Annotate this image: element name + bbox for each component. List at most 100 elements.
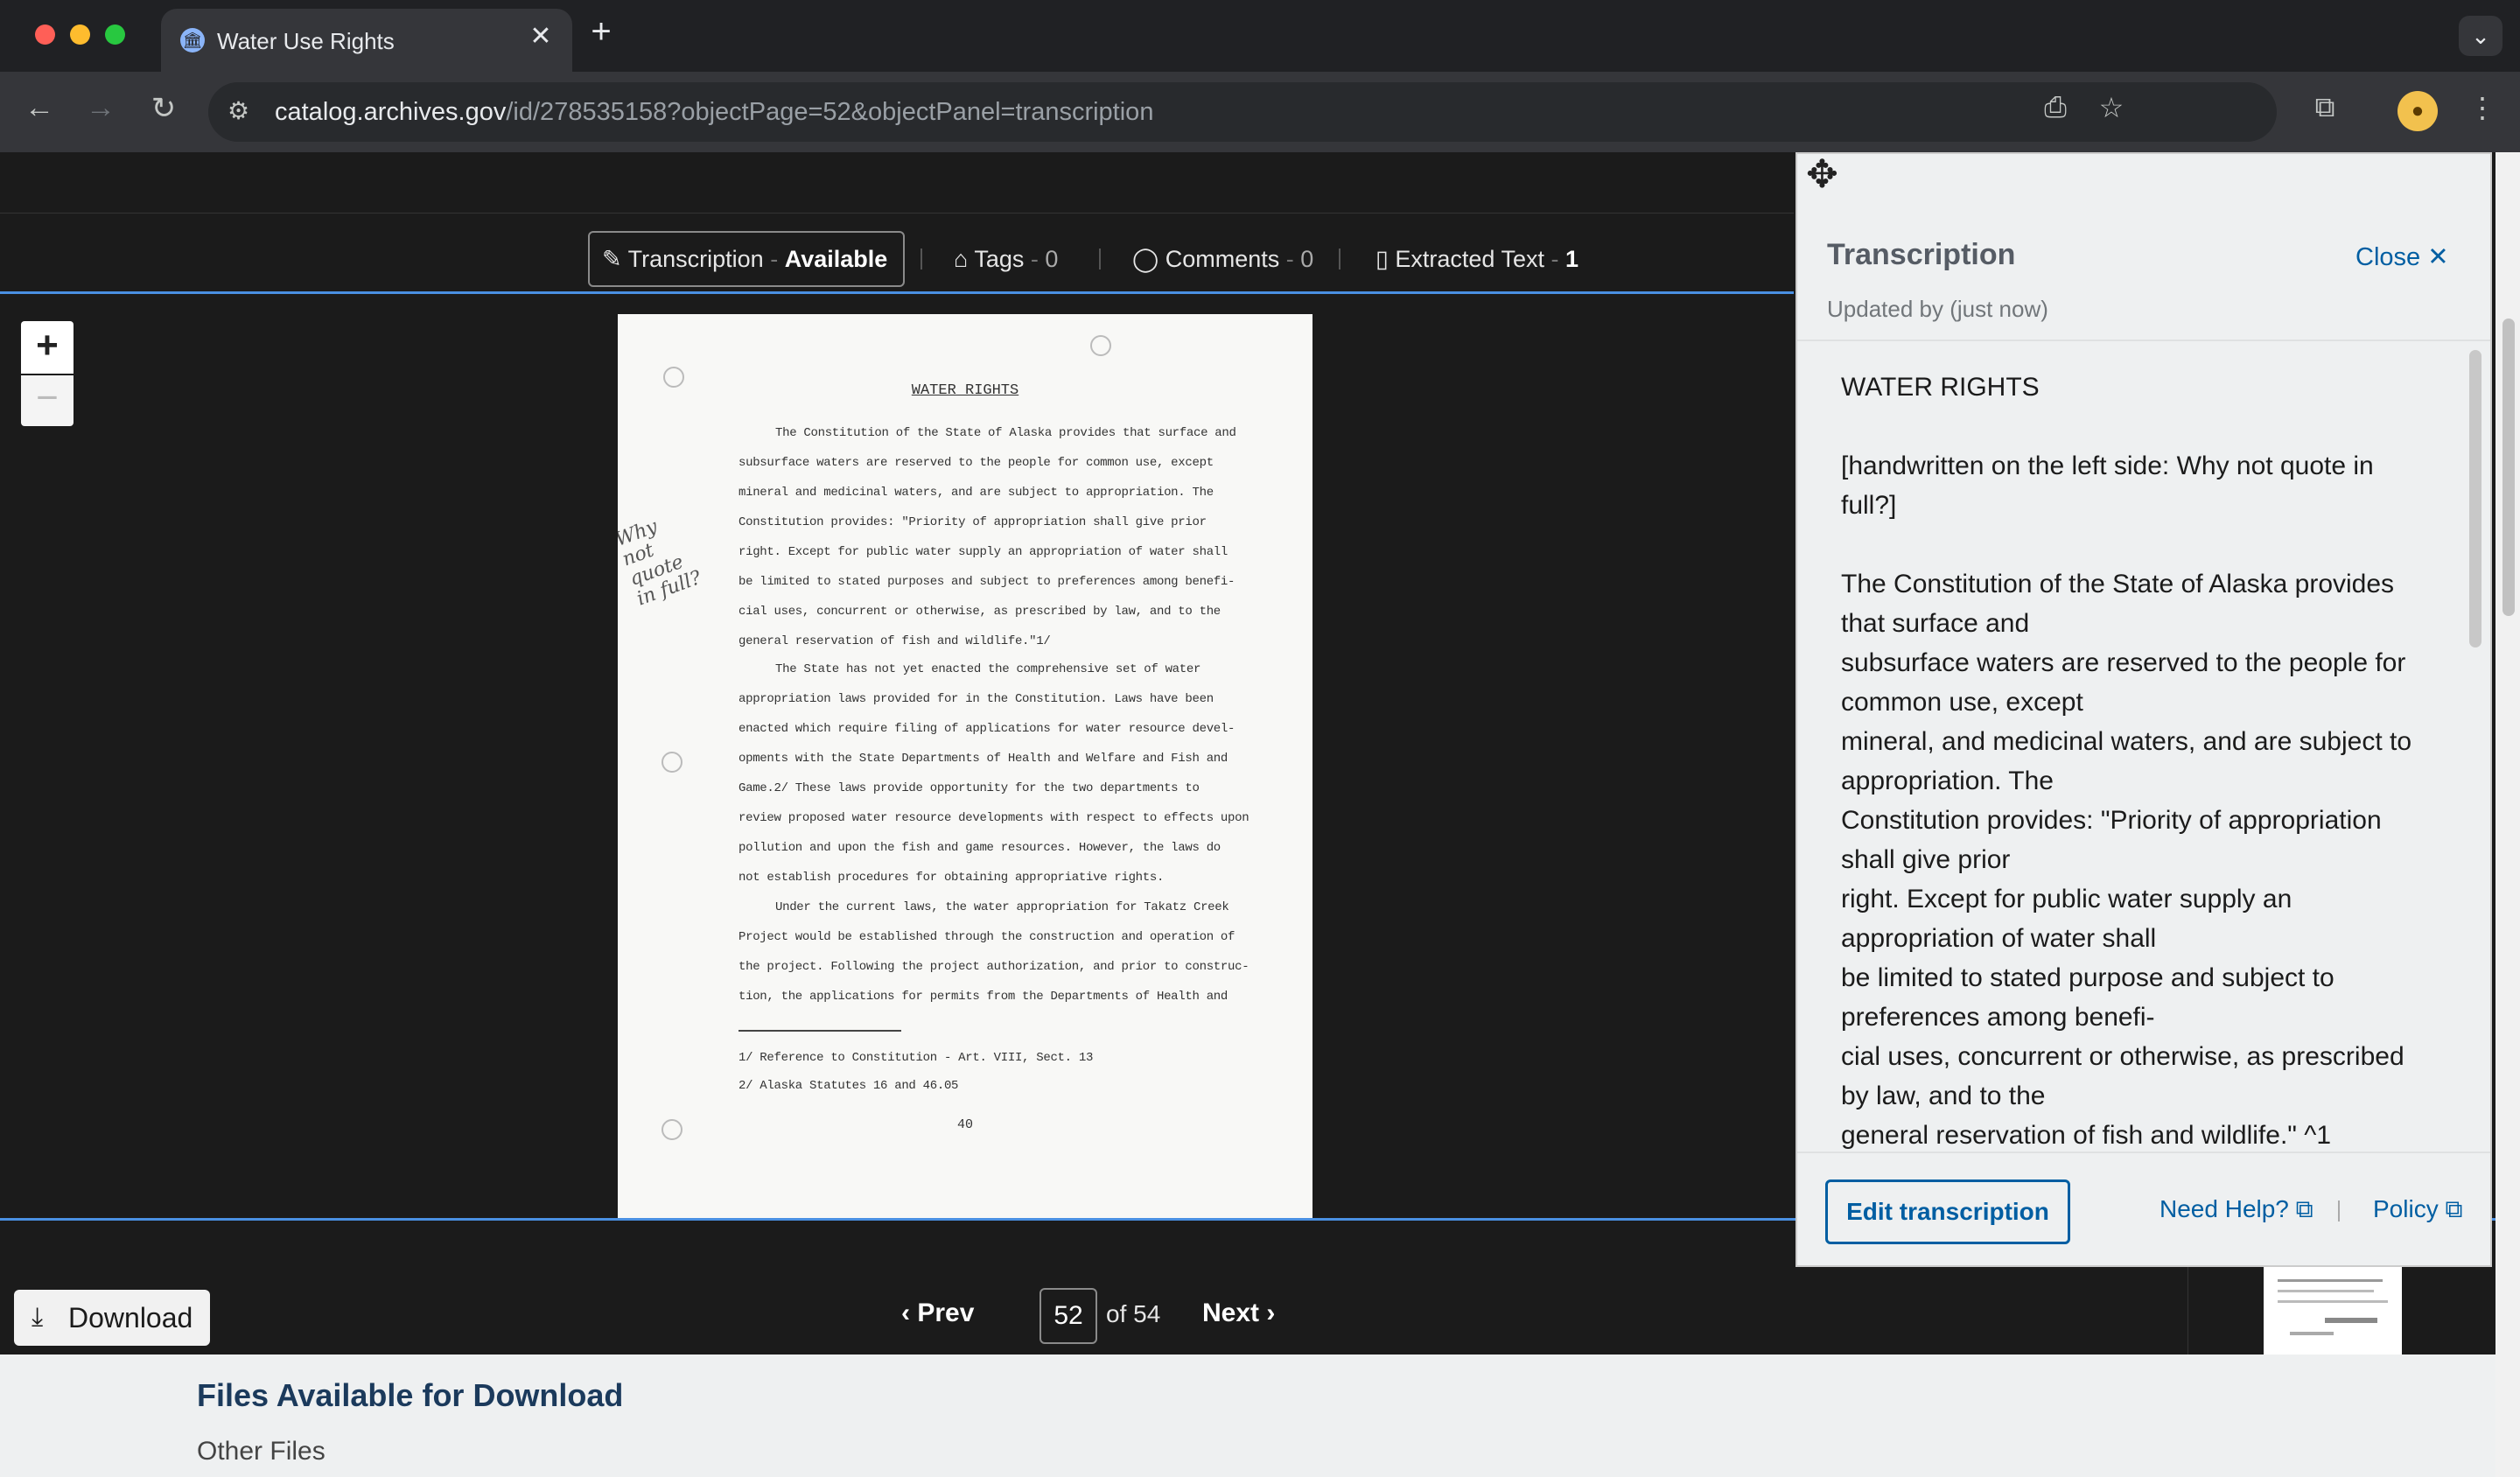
doc-line: The Constitution of the State of Alaska … — [775, 426, 1236, 440]
new-tab-button[interactable]: + — [579, 12, 623, 52]
page-number-input[interactable]: 52 — [1040, 1288, 1097, 1344]
tab-extracted-count: 1 — [1565, 246, 1579, 272]
tab-separator: - — [1030, 246, 1039, 272]
footnote-rule — [738, 1030, 901, 1032]
doc-line: not establish procedures for obtaining a… — [738, 871, 1165, 885]
tab-tags[interactable]: ⌂ Tags - 0 — [954, 231, 1058, 287]
panel-updated-by: Updated by (just now) — [1827, 296, 2048, 322]
doc-line: general reservation of fish and wildlife… — [738, 634, 1051, 648]
tab-title: Water Use Rights — [217, 28, 395, 54]
close-x-icon: ✕ — [2427, 243, 2449, 271]
document-icon: ▯ — [1376, 246, 1389, 272]
download-button[interactable]: ⤓ Download — [14, 1290, 210, 1346]
tab-transcription-status: Available — [784, 246, 888, 272]
prev-page-button[interactable]: ‹ Prev — [901, 1298, 974, 1328]
external-link-icon: ⧉ — [2295, 1195, 2314, 1222]
doc-page-number: 40 — [956, 1117, 973, 1132]
next-label: Next — [1202, 1298, 1260, 1327]
reload-icon[interactable]: ↻ — [142, 91, 186, 126]
tab-comments-count: 0 — [1300, 246, 1314, 272]
tab-transcription-label: Transcription — [627, 246, 764, 272]
page-scrollbar[interactable] — [2496, 152, 2520, 1477]
tab-separator: - — [770, 246, 779, 272]
tab-close-icon[interactable]: ✕ — [523, 21, 558, 52]
url-path: /id/278535158?objectPage=52&objectPanel=… — [506, 98, 1154, 126]
tab-search-chevron-icon[interactable]: ⌄ — [2459, 16, 2502, 56]
doc-line: Project would be established through the… — [738, 930, 1236, 944]
download-label: Download — [68, 1302, 193, 1334]
site-info-icon[interactable]: ⚙ — [228, 96, 249, 125]
thumb-line — [2278, 1300, 2388, 1303]
profile-avatar[interactable]: ● — [2398, 91, 2438, 131]
doc-line: enacted which require filing of applicat… — [738, 722, 1236, 736]
doc-line: subsurface waters are reserved to the pe… — [738, 456, 1214, 470]
top-strip — [0, 152, 1794, 214]
download-icon: ⤓ — [32, 1303, 44, 1332]
speech-bubble-icon: ◯ — [1132, 246, 1159, 272]
tab-separator: - — [1285, 246, 1294, 272]
url-host: catalog.archives.gov — [275, 98, 507, 126]
close-window-icon[interactable] — [35, 24, 55, 45]
forward-arrow-icon[interactable]: → — [79, 91, 122, 125]
transcription-panel: ✥ Transcription Close ✕ Updated by (just… — [1796, 152, 2492, 1267]
address-bar[interactable]: ⚙ catalog.archives.gov/id/278535158?obje… — [208, 82, 2277, 142]
zoom-out-button[interactable]: − — [21, 375, 74, 426]
doc-line: Under the current laws, the water approp… — [775, 900, 1229, 914]
tab-comments[interactable]: ◯ Comments - 0 — [1132, 231, 1313, 287]
doc-footnote-2: 2/ Alaska Statutes 16 and 46.05 — [738, 1079, 959, 1093]
bookmark-star-icon[interactable]: ☆ — [2090, 91, 2133, 124]
transcription-text-area[interactable]: WATER RIGHTS [handwritten on the left si… — [1797, 340, 2490, 1153]
document-viewer[interactable]: + − WATER RIGHTS Why not quote in full? … — [0, 297, 1794, 1368]
doc-line: right. Except for public water supply an… — [738, 545, 1228, 559]
chevron-left-icon: ‹ — [901, 1298, 918, 1327]
pencil-square-icon: ✎ — [602, 246, 622, 272]
doc-line: the project. Following the project autho… — [738, 960, 1250, 974]
panel-scrollbar[interactable] — [2469, 350, 2482, 648]
archives-favicon-icon: 🏛 — [180, 28, 205, 52]
next-page-button[interactable]: Next › — [1202, 1298, 1275, 1328]
policy-label: Policy — [2373, 1195, 2439, 1222]
need-help-link[interactable]: Need Help? ⧉ — [2160, 1195, 2314, 1224]
zoom-in-button[interactable]: + — [21, 321, 74, 374]
tab-extracted-text[interactable]: ▯ Extracted Text - 1 — [1376, 231, 1578, 287]
prev-label: Prev — [917, 1298, 975, 1327]
tab-comments-label: Comments — [1165, 246, 1280, 272]
doc-line: appropriation laws provided for in the C… — [738, 692, 1214, 706]
move-arrows-icon[interactable]: ✥ — [1806, 152, 1838, 197]
object-tabbar: ✎ Transcription - Available ⌂ Tags - 0 ◯… — [0, 214, 1794, 294]
minimize-window-icon[interactable] — [70, 24, 90, 45]
page-scrollbar-thumb[interactable] — [2502, 318, 2515, 616]
tab-separator: - — [1550, 246, 1559, 272]
tab-extracted-label: Extracted Text — [1395, 246, 1544, 272]
panel-close-button[interactable]: Close ✕ — [2356, 242, 2449, 272]
extensions-puzzle-icon[interactable]: ⧉ — [2303, 91, 2347, 124]
url-text[interactable]: catalog.archives.gov/id/278535158?object… — [275, 98, 1153, 127]
maximize-window-icon[interactable] — [105, 24, 125, 45]
install-app-icon[interactable]: ⎙ — [2034, 91, 2077, 124]
browser-tab[interactable]: 🏛 Water Use Rights ✕ — [161, 9, 572, 72]
doc-line: pollution and upon the fish and game res… — [738, 841, 1221, 855]
edit-transcription-button[interactable]: Edit transcription — [1825, 1180, 2070, 1244]
doc-line: be limited to stated purposes and subjec… — [738, 575, 1236, 589]
tab-tags-count: 0 — [1045, 246, 1059, 272]
tag-icon: ⌂ — [954, 246, 969, 272]
doc-line: Constitution provides: "Priority of appr… — [738, 515, 1207, 529]
doc-line: The State has not yet enacted the compre… — [775, 662, 1201, 676]
back-arrow-icon[interactable]: ← — [18, 91, 61, 125]
divider — [920, 248, 922, 270]
doc-line: Game.2/ These laws provide opportunity f… — [738, 781, 1200, 795]
tab-transcription[interactable]: ✎ Transcription - Available — [588, 231, 905, 287]
files-title: Files Available for Download — [197, 1377, 624, 1413]
page-content: ✎ Transcription - Available ⌂ Tags - 0 ◯… — [0, 152, 2520, 1477]
thumb-line — [2278, 1290, 2374, 1292]
browser-menu-icon[interactable]: ⋮ — [2460, 91, 2504, 124]
policy-link[interactable]: Policy ⧉ — [2373, 1195, 2462, 1224]
thumb-signature — [2325, 1318, 2377, 1323]
page-thumbnail[interactable] — [2264, 1267, 2402, 1354]
browser-titlebar: 🏛 Water Use Rights ✕ + ⌄ — [0, 0, 2520, 72]
page-total: of 54 — [1106, 1300, 1161, 1327]
doc-line: tion, the applications for permits from … — [738, 990, 1228, 1004]
thumb-line — [2278, 1279, 2383, 1282]
files-section: Files Available for Download Other Files — [0, 1354, 2520, 1477]
thumb-line — [2290, 1332, 2334, 1335]
